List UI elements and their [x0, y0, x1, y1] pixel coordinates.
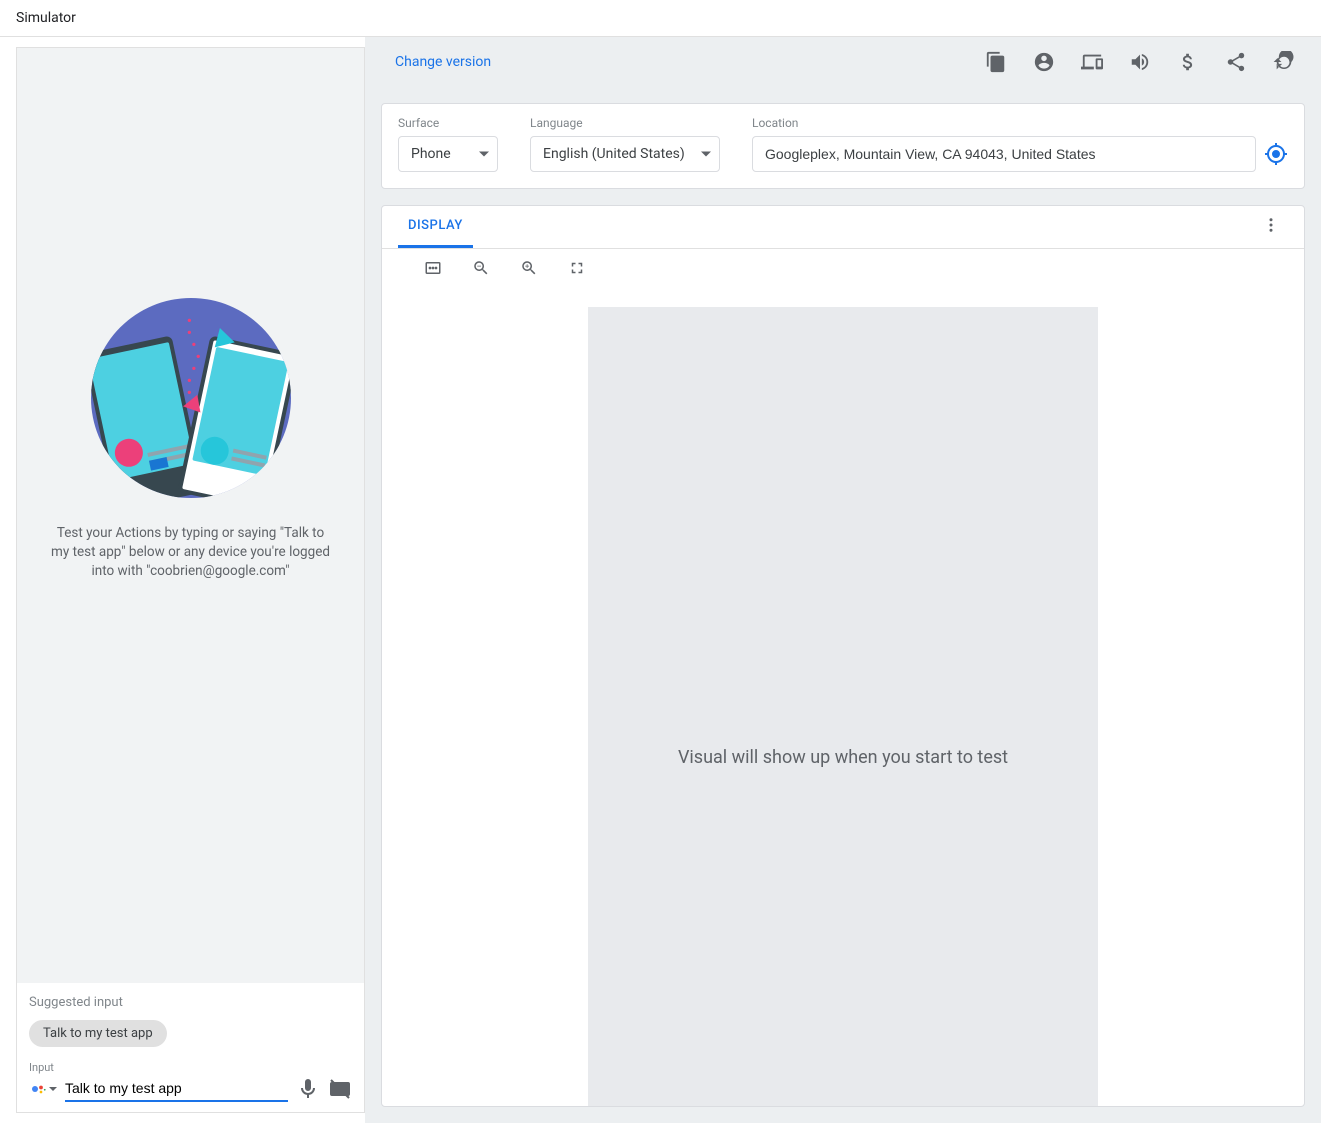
- suggested-input-label: Suggested input: [29, 995, 352, 1010]
- surface-select[interactable]: Phone: [398, 136, 498, 172]
- input-section: Input: [17, 1055, 364, 1112]
- keyboard-off-icon[interactable]: [328, 1077, 352, 1101]
- volume-icon[interactable]: [1129, 51, 1151, 73]
- test-settings-bar: Surface Phone Language English (United S…: [381, 103, 1305, 189]
- hero-illustration: ·· · · ···: [91, 298, 291, 498]
- language-label: Language: [530, 116, 720, 130]
- input-mode-toggle[interactable]: [29, 1080, 57, 1098]
- display-panel: DISPLAY Visual will show up when you sta…: [381, 205, 1305, 1107]
- conversation-panel: ·· · · ··· Test your Actions by typing o…: [16, 47, 365, 1113]
- chevron-down-icon: [701, 152, 711, 157]
- hero: ·· · · ··· Test your Actions by typing o…: [17, 48, 364, 983]
- language-value: English (United States): [543, 146, 685, 162]
- right-panel: Change version Surface Phone: [365, 37, 1321, 1123]
- display-canvas[interactable]: Visual will show up when you start to te…: [382, 287, 1304, 1106]
- chevron-down-icon: [479, 152, 489, 157]
- refresh-icon[interactable]: [1273, 51, 1295, 73]
- user-input[interactable]: [65, 1076, 288, 1102]
- share-icon[interactable]: [1225, 51, 1247, 73]
- suggested-input-section: Suggested input Talk to my test app: [17, 983, 364, 1055]
- device-preview: Visual will show up when you start to te…: [588, 307, 1098, 1106]
- hero-text: Test your Actions by typing or saying "T…: [51, 524, 331, 581]
- zoom-out-icon[interactable]: [472, 259, 490, 277]
- fullscreen-icon[interactable]: [568, 259, 586, 277]
- copy-icon[interactable]: [985, 51, 1007, 73]
- language-select[interactable]: English (United States): [530, 136, 720, 172]
- tab-display[interactable]: DISPLAY: [398, 206, 473, 248]
- input-label: Input: [29, 1061, 352, 1074]
- gps-locate-icon[interactable]: [1264, 142, 1288, 166]
- more-options-icon[interactable]: [1254, 208, 1288, 246]
- fit-screen-icon[interactable]: [424, 259, 442, 277]
- change-version-link[interactable]: Change version: [381, 54, 491, 70]
- location-label: Location: [752, 116, 1288, 130]
- display-placeholder-text: Visual will show up when you start to te…: [678, 747, 1008, 768]
- mic-icon[interactable]: [296, 1077, 320, 1101]
- devices-icon[interactable]: [1081, 51, 1103, 73]
- monetization-icon[interactable]: [1177, 51, 1199, 73]
- location-input[interactable]: [752, 136, 1256, 172]
- zoom-in-icon[interactable]: [520, 259, 538, 277]
- page-title: Simulator: [0, 0, 1321, 37]
- suggestion-chip[interactable]: Talk to my test app: [29, 1020, 167, 1047]
- surface-label: Surface: [398, 116, 498, 130]
- surface-value: Phone: [411, 146, 451, 162]
- account-icon[interactable]: [1033, 51, 1055, 73]
